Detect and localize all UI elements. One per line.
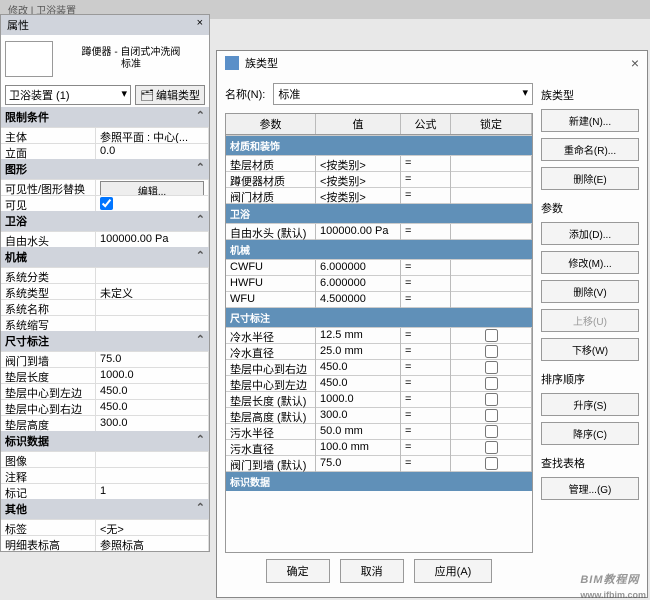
section-header[interactable]: 限制条件⌃ bbox=[1, 107, 209, 127]
lock-checkbox[interactable] bbox=[485, 409, 498, 422]
property-row[interactable]: 垫层中心到左边450.0 bbox=[1, 383, 209, 399]
param-row[interactable]: CWFU6.000000= bbox=[226, 259, 532, 275]
dialog-icon bbox=[225, 56, 239, 70]
param-row[interactable]: HWFU6.000000= bbox=[226, 275, 532, 291]
param-row[interactable]: 阀门材质<按类别>= bbox=[226, 187, 532, 203]
section-header[interactable]: 其他⌃ bbox=[1, 499, 209, 519]
rename-button[interactable]: 重命名(R)... bbox=[541, 138, 639, 161]
asc-button[interactable]: 升序(S) bbox=[541, 393, 639, 416]
close-icon[interactable]: × bbox=[631, 55, 639, 71]
property-row[interactable]: 垫层高度300.0 bbox=[1, 415, 209, 431]
lock-checkbox[interactable] bbox=[485, 425, 498, 438]
section-header[interactable]: 卫浴⌃ bbox=[1, 211, 209, 231]
down-button[interactable]: 下移(W) bbox=[541, 338, 639, 361]
type-name-combo[interactable]: 标准▾ bbox=[273, 83, 533, 105]
section-header[interactable]: 机械⌃ bbox=[1, 247, 209, 267]
property-row[interactable]: 系统分类 bbox=[1, 267, 209, 283]
param-row[interactable]: WFU4.500000= bbox=[226, 291, 532, 307]
collapse-icon[interactable]: ⌃ bbox=[196, 109, 205, 125]
param-row[interactable]: 冷水直径25.0 mm= bbox=[226, 343, 532, 359]
property-row[interactable]: 系统缩写 bbox=[1, 315, 209, 331]
property-row[interactable]: 自由水头100000.00 Pa bbox=[1, 231, 209, 247]
panel-title: 属性 bbox=[7, 17, 29, 33]
property-row[interactable]: 可见性/图形替换编辑... bbox=[1, 179, 209, 195]
lock-checkbox[interactable] bbox=[485, 457, 498, 470]
property-row[interactable]: 明细表标高参照标高 bbox=[1, 535, 209, 551]
property-row[interactable]: 阀门到墙75.0 bbox=[1, 351, 209, 367]
param-row[interactable]: 蹲便器材质<按类别>= bbox=[226, 171, 532, 187]
section-header[interactable]: 标识数据⌃ bbox=[1, 431, 209, 451]
lock-checkbox[interactable] bbox=[485, 377, 498, 390]
property-row[interactable]: 系统名称 bbox=[1, 299, 209, 315]
param-row[interactable]: 阀门到墙 (默认)75.0= bbox=[226, 455, 532, 471]
property-row[interactable]: 注释 bbox=[1, 467, 209, 483]
group-family-types: 族类型 bbox=[541, 87, 639, 103]
manage-button[interactable]: 管理...(G) bbox=[541, 477, 639, 500]
group-header[interactable]: 卫浴 bbox=[226, 203, 532, 223]
dialog-title: 族类型 bbox=[245, 55, 278, 71]
collapse-icon[interactable]: ⌃ bbox=[196, 501, 205, 517]
group-header[interactable]: 标识数据 bbox=[226, 471, 532, 491]
param-row[interactable]: 自由水头 (默认)100000.00 Pa= bbox=[226, 223, 532, 239]
new-button[interactable]: 新建(N)... bbox=[541, 109, 639, 132]
property-row[interactable]: 立面0.0 bbox=[1, 143, 209, 159]
delete-button[interactable]: 删除(E) bbox=[541, 167, 639, 190]
add-button[interactable]: 添加(D)... bbox=[541, 222, 639, 245]
group-header[interactable]: 尺寸标注 bbox=[226, 307, 532, 327]
property-row[interactable]: 垫层中心到右边450.0 bbox=[1, 399, 209, 415]
property-row[interactable]: 标记1 bbox=[1, 483, 209, 499]
lock-checkbox[interactable] bbox=[485, 329, 498, 342]
family-types-dialog: 族类型 × 名称(N): 标准▾ 参数 值 公式 锁定 材质和装饰垫层材质<按类… bbox=[216, 50, 648, 598]
collapse-icon[interactable]: ⌃ bbox=[196, 249, 205, 265]
cancel-button[interactable]: 取消 bbox=[340, 559, 404, 583]
collapse-icon[interactable]: ⌃ bbox=[196, 433, 205, 449]
collapse-icon[interactable]: ⌃ bbox=[196, 213, 205, 229]
property-row[interactable]: 系统类型未定义 bbox=[1, 283, 209, 299]
param-row[interactable]: 污水半径50.0 mm= bbox=[226, 423, 532, 439]
group-lookup: 查找表格 bbox=[541, 455, 639, 471]
ok-button[interactable]: 确定 bbox=[266, 559, 330, 583]
name-label: 名称(N): bbox=[225, 86, 265, 102]
param-row[interactable]: 垫层中心到左边450.0= bbox=[226, 375, 532, 391]
family-instance-combo[interactable]: 卫浴装置 (1) ▾ bbox=[5, 85, 131, 105]
group-sort: 排序顺序 bbox=[541, 371, 639, 387]
param-row[interactable]: 垫层中心到右边450.0= bbox=[226, 359, 532, 375]
collapse-icon[interactable]: ⌃ bbox=[196, 161, 205, 177]
property-row[interactable]: 标签<无> bbox=[1, 519, 209, 535]
param-row[interactable]: 冷水半径12.5 mm= bbox=[226, 327, 532, 343]
properties-panel: 属性 × 蹲便器 - 自闭式冲洗阀 标准 卫浴装置 (1) ▾ 🗂编辑类型 限制… bbox=[0, 14, 210, 552]
group-params: 参数 bbox=[541, 200, 639, 216]
desc-button[interactable]: 降序(C) bbox=[541, 422, 639, 445]
group-header[interactable]: 机械 bbox=[226, 239, 532, 259]
edit-type-button[interactable]: 🗂编辑类型 bbox=[135, 85, 205, 105]
lock-checkbox[interactable] bbox=[485, 361, 498, 374]
edit-button[interactable]: 编辑... bbox=[100, 181, 204, 195]
param-row[interactable]: 垫层高度 (默认)300.0= bbox=[226, 407, 532, 423]
type-name-label: 蹲便器 - 自闭式冲洗阀 标准 bbox=[57, 47, 205, 71]
lock-checkbox[interactable] bbox=[485, 441, 498, 454]
property-row[interactable]: 垫层长度1000.0 bbox=[1, 367, 209, 383]
modify-button[interactable]: 修改(M)... bbox=[541, 251, 639, 274]
param-row[interactable]: 垫层长度 (默认)1000.0= bbox=[226, 391, 532, 407]
property-row[interactable]: 可见 bbox=[1, 195, 209, 211]
visible-checkbox[interactable] bbox=[100, 197, 113, 210]
remove-button[interactable]: 删除(V) bbox=[541, 280, 639, 303]
up-button: 上移(U) bbox=[541, 309, 639, 332]
param-row[interactable]: 污水直径100.0 mm= bbox=[226, 439, 532, 455]
collapse-icon[interactable]: ⌃ bbox=[196, 333, 205, 349]
apply-button[interactable]: 应用(A) bbox=[414, 559, 493, 583]
grid-header: 参数 值 公式 锁定 bbox=[225, 113, 533, 135]
property-row[interactable]: 图像 bbox=[1, 451, 209, 467]
type-thumbnail[interactable] bbox=[5, 41, 53, 77]
lock-checkbox[interactable] bbox=[485, 345, 498, 358]
section-header[interactable]: 图形⌃ bbox=[1, 159, 209, 179]
lock-checkbox[interactable] bbox=[485, 393, 498, 406]
group-header[interactable]: 材质和装饰 bbox=[226, 135, 532, 155]
section-header[interactable]: 尺寸标注⌃ bbox=[1, 331, 209, 351]
param-row[interactable]: 垫层材质<按类别>= bbox=[226, 155, 532, 171]
property-row[interactable]: 主体参照平面 : 中心(... bbox=[1, 127, 209, 143]
close-icon[interactable]: × bbox=[197, 17, 203, 33]
